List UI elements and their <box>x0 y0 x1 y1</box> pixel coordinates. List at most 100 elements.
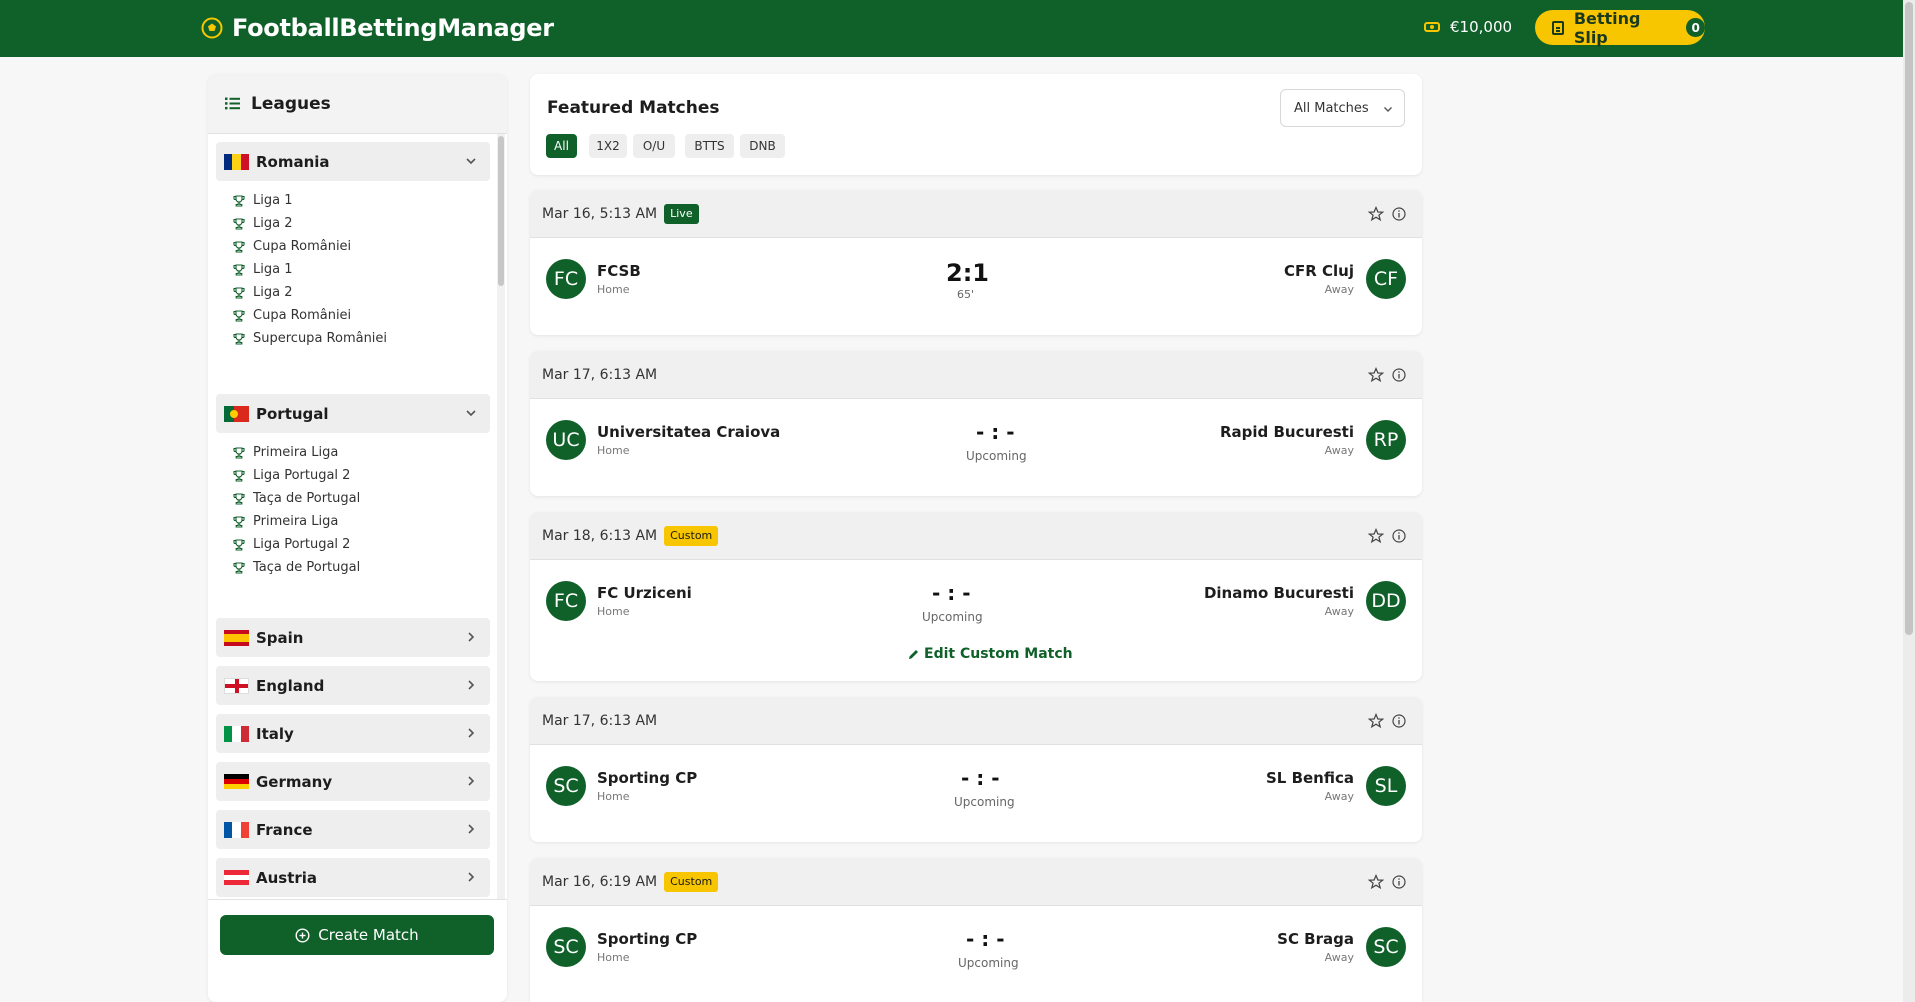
match-card[interactable]: Mar 16, 5:13 AM Live FC FCSB Home 2:1 65… <box>530 190 1422 335</box>
info-icon[interactable] <box>1392 875 1406 889</box>
match-status: Upcoming <box>922 610 983 624</box>
country-romania[interactable]: Romania <box>216 142 490 181</box>
star-icon[interactable] <box>1368 528 1384 544</box>
away-team-name[interactable]: CFR Cluj <box>1284 262 1354 280</box>
away-team-role: Away <box>1324 951 1354 964</box>
country-name: Austria <box>256 868 318 887</box>
away-team-crest: SC <box>1366 927 1406 967</box>
home-team-name[interactable]: FCSB <box>597 262 641 280</box>
sidebar-scrollbar[interactable] <box>497 134 505 964</box>
chevron-down-icon <box>466 158 476 165</box>
match-card[interactable]: Mar 18, 6:13 AM Custom FC FC Urziceni Ho… <box>530 512 1422 681</box>
home-team-role: Home <box>597 444 630 457</box>
league-item[interactable]: Liga Portugal 2 <box>233 468 350 483</box>
chevron-right-icon <box>468 824 475 834</box>
flag-portugal-icon <box>224 405 249 422</box>
info-icon[interactable] <box>1392 207 1406 221</box>
away-team-name[interactable]: Dinamo Bucuresti <box>1204 584 1354 602</box>
league-item[interactable]: Cupa României <box>233 308 351 323</box>
home-team-name[interactable]: Sporting CP <box>597 930 697 948</box>
league-item[interactable]: Liga 2 <box>233 216 292 231</box>
star-icon[interactable] <box>1368 367 1384 383</box>
home-team-crest: SC <box>546 927 586 967</box>
away-team-crest: RP <box>1366 420 1406 460</box>
info-icon[interactable] <box>1392 529 1406 543</box>
star-icon[interactable] <box>1368 713 1384 729</box>
match-card[interactable]: Mar 17, 6:13 AM SC Sporting CP Home - : … <box>530 697 1422 842</box>
leagues-list[interactable]: Romania Liga 1 Liga 2 Cupa României Liga… <box>208 134 507 964</box>
create-match-area: Create Match <box>208 899 507 1002</box>
country-austria[interactable]: Austria <box>216 858 490 897</box>
edit-custom-match-link[interactable]: Edit Custom Match <box>908 646 1073 662</box>
country-italy[interactable]: Italy <box>216 714 490 753</box>
league-item[interactable]: Liga 1 <box>233 193 292 208</box>
star-icon[interactable] <box>1368 874 1384 890</box>
home-team-name[interactable]: Universitatea Craiova <box>597 423 780 441</box>
league-item[interactable]: Liga 1 <box>233 262 292 277</box>
page-scrollbar[interactable] <box>1903 0 1915 1002</box>
info-icon[interactable] <box>1392 368 1406 382</box>
sidebar-scrollbar-thumb[interactable] <box>498 136 504 286</box>
match-card[interactable]: Mar 16, 6:19 AM Custom SC Sporting CP Ho… <box>530 858 1422 1002</box>
away-team-name[interactable]: Rapid Bucuresti <box>1220 423 1354 441</box>
home-team-name[interactable]: Sporting CP <box>597 769 697 787</box>
match-status: Upcoming <box>958 956 1019 970</box>
away-team-name[interactable]: SL Benfica <box>1266 769 1354 787</box>
league-label: Liga 1 <box>253 262 293 277</box>
chevron-down-icon <box>466 410 476 417</box>
chevron-right-icon <box>468 728 475 738</box>
match-card[interactable]: Mar 17, 6:13 AM UC Universitatea Craiova… <box>530 351 1422 496</box>
away-team-crest: CF <box>1366 259 1406 299</box>
market-pill-all[interactable]: All <box>546 134 577 158</box>
match-header: Mar 17, 6:13 AM <box>530 351 1422 399</box>
league-item[interactable]: Supercupa României <box>233 331 387 346</box>
country-germany[interactable]: Germany <box>216 762 490 801</box>
page-scrollbar-thumb[interactable] <box>1905 2 1913 635</box>
league-item[interactable]: Primeira Liga <box>233 445 338 460</box>
pencil-icon <box>909 649 918 659</box>
away-team-name[interactable]: SC Braga <box>1277 930 1354 948</box>
match-filter-select[interactable]: All Matches <box>1280 89 1405 127</box>
league-label: Cupa României <box>253 308 352 323</box>
match-header: Mar 16, 5:13 AM Live <box>530 190 1422 238</box>
home-team-crest: UC <box>546 420 586 460</box>
match-status: Upcoming <box>954 795 1015 809</box>
market-pill-dnb[interactable]: DNB <box>740 134 785 158</box>
flag-spain-icon <box>224 629 249 646</box>
league-item[interactable]: Cupa României <box>233 239 351 254</box>
trophy-icon <box>233 515 245 528</box>
betting-slip-label: Betting Slip <box>1573 8 1641 47</box>
create-match-button[interactable]: Create Match <box>220 915 494 955</box>
league-item[interactable]: Primeira Liga <box>233 514 338 529</box>
match-datetime: Mar 18, 6:13 AM <box>542 527 658 544</box>
betting-slip-button[interactable]: Betting Slip 0 <box>1535 8 1705 47</box>
info-icon[interactable] <box>1392 714 1406 728</box>
flag-austria-icon <box>224 869 249 886</box>
edit-custom-match-label: Edit Custom Match <box>924 646 1073 662</box>
match-score: - : - <box>932 581 971 605</box>
home-team-name[interactable]: FC Urziceni <box>597 584 692 602</box>
league-item[interactable]: Taça de Portugal <box>233 560 360 575</box>
plus-circle-icon <box>295 927 310 943</box>
star-icon[interactable] <box>1368 206 1384 222</box>
status-badge: Custom <box>664 871 719 892</box>
home-team-crest: FC <box>546 259 586 299</box>
market-pill-ou[interactable]: O/U <box>633 134 675 158</box>
trophy-icon <box>233 309 245 322</box>
chevron-right-icon <box>468 776 475 786</box>
app-brand[interactable]: FootballBettingManager <box>201 14 554 42</box>
league-item[interactable]: Liga Portugal 2 <box>233 537 350 552</box>
market-pill-btts[interactable]: BTTS <box>685 134 734 158</box>
chevron-down-icon <box>1384 107 1392 112</box>
country-portugal[interactable]: Portugal <box>216 394 490 433</box>
league-item[interactable]: Liga 2 <box>233 285 292 300</box>
money-icon <box>1424 22 1440 32</box>
home-team-crest: FC <box>546 581 586 621</box>
trophy-icon <box>233 217 245 230</box>
sidebar-header: Leagues <box>208 74 507 134</box>
league-item[interactable]: Taça de Portugal <box>233 491 360 506</box>
country-france[interactable]: France <box>216 810 490 849</box>
country-england[interactable]: England <box>216 666 490 705</box>
market-pill-1x2[interactable]: 1X2 <box>589 134 627 158</box>
country-spain[interactable]: Spain <box>216 618 490 657</box>
